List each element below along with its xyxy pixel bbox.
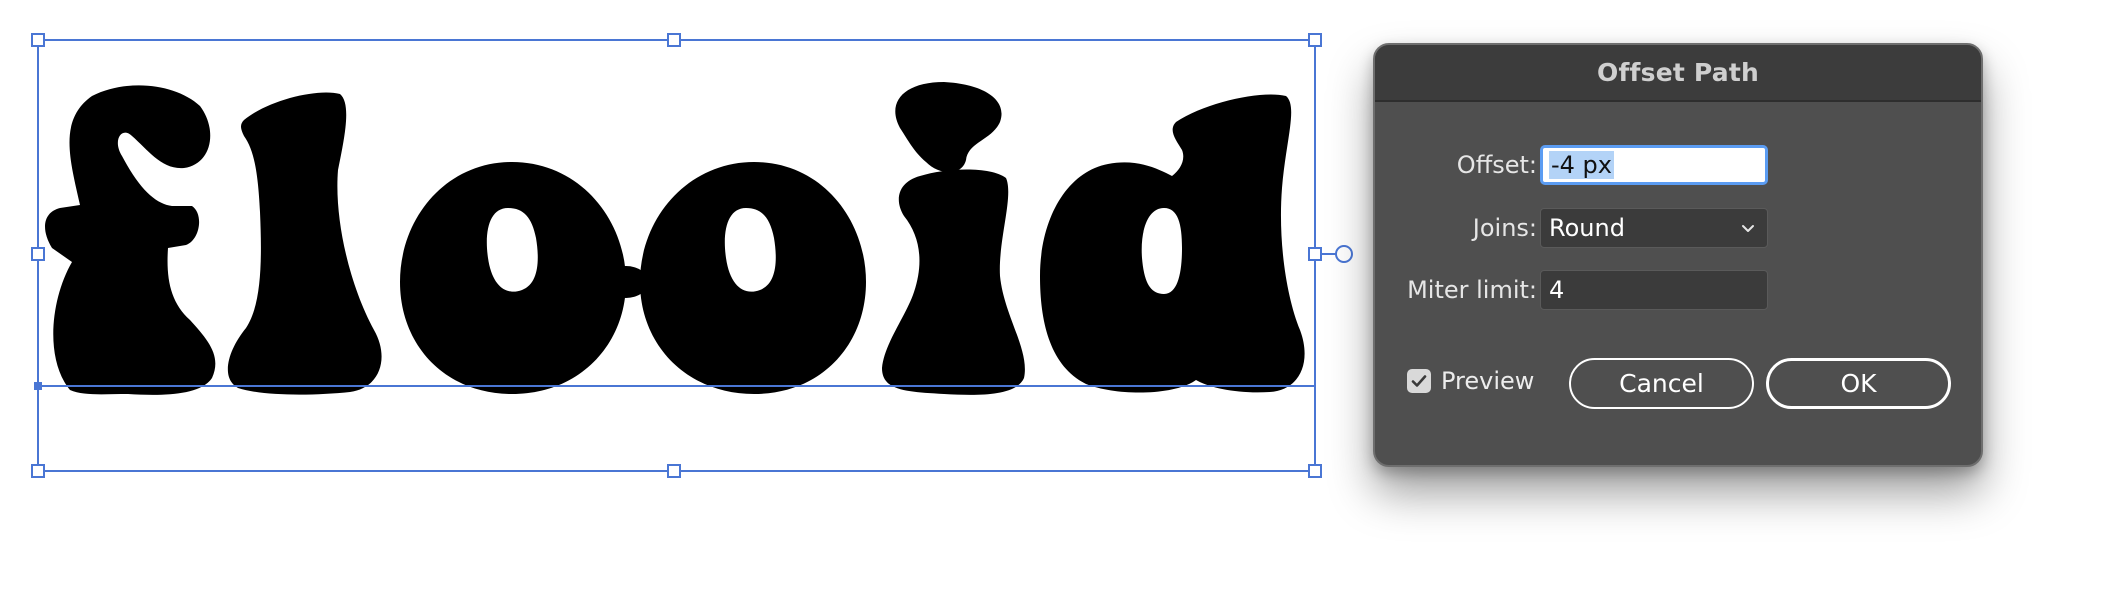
- ok-button[interactable]: OK: [1766, 358, 1951, 409]
- flooid-artwork[interactable]: [45, 82, 1305, 395]
- cancel-button[interactable]: Cancel: [1569, 358, 1754, 409]
- letter-d-shape: [1040, 94, 1305, 393]
- miter-limit-value: 4: [1549, 276, 1565, 304]
- checkmark-icon: [1411, 375, 1427, 387]
- letter-f-shape: [45, 85, 216, 395]
- offset-input-value: -4 px: [1549, 151, 1614, 179]
- miter-limit-label: Miter limit:: [1407, 276, 1537, 304]
- letter-i-shape: [882, 82, 1025, 395]
- preview-checkbox[interactable]: [1407, 369, 1431, 393]
- dialog-title: Offset Path: [1597, 58, 1759, 87]
- joins-select[interactable]: Round: [1540, 208, 1768, 248]
- baseline-anchor: [34, 382, 42, 390]
- letter-l-shape: [227, 92, 382, 395]
- dialog-titlebar[interactable]: Offset Path: [1375, 45, 1981, 102]
- miter-limit-input[interactable]: 4: [1540, 270, 1768, 310]
- offset-path-dialog: Offset Path Offset: -4 px Joins: Round M…: [1373, 43, 1983, 467]
- preview-toggle[interactable]: Preview: [1407, 367, 1534, 395]
- preview-label: Preview: [1441, 367, 1535, 395]
- joins-label: Joins:: [1472, 214, 1537, 242]
- joined-connector-shape: [604, 266, 648, 298]
- offset-input[interactable]: -4 px: [1540, 145, 1768, 185]
- letter-o-shape: [400, 162, 626, 394]
- chevron-down-icon: [1742, 225, 1754, 232]
- letter-o-shape-2: [640, 162, 866, 394]
- joins-select-value: Round: [1549, 214, 1625, 242]
- offset-label: Offset:: [1456, 151, 1537, 179]
